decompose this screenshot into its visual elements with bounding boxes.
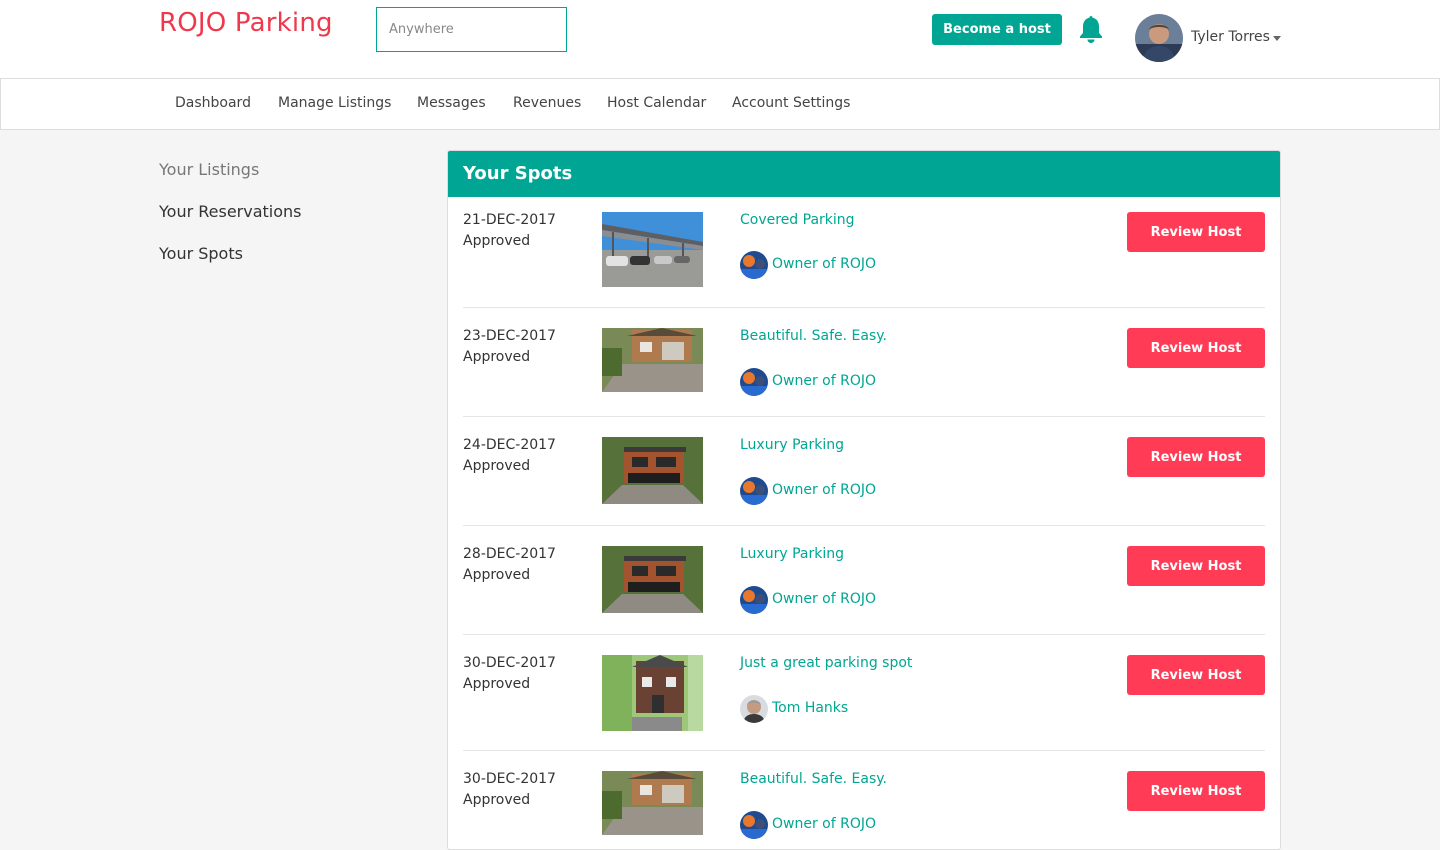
nav-item-dashboard[interactable]: Dashboard [175, 95, 251, 111]
reservation-date: 24-DEC-2017 [463, 437, 556, 453]
spot-thumbnail[interactable] [602, 771, 703, 835]
become-host-button[interactable]: Become a host [932, 14, 1062, 45]
spot-row: 23-DEC-2017 Approved Beautiful. Safe. Ea… [463, 308, 1265, 417]
nav-item-account-settings[interactable]: Account Settings [732, 95, 850, 111]
host-avatar [740, 368, 768, 396]
host-name: Owner of ROJO [772, 816, 877, 832]
review-host-button[interactable]: Review Host [1127, 546, 1265, 586]
host-avatar [740, 695, 768, 723]
reservation-date: 28-DEC-2017 [463, 546, 556, 562]
reservation-status: Approved [463, 676, 531, 692]
reservation-date: 30-DEC-2017 [463, 655, 556, 671]
spot-row: 21-DEC-2017 Approved Covered Parking Own… [463, 197, 1265, 308]
your-spots-panel: Your Spots 21-DEC-2017 Approved Covered … [447, 150, 1281, 850]
spot-row: 28-DEC-2017 Approved Luxury Parking Owne… [463, 526, 1265, 635]
host-avatar [740, 251, 768, 279]
sidebar-item-your-listings[interactable]: Your Listings [159, 160, 259, 179]
spot-title[interactable]: Beautiful. Safe. Easy. [740, 328, 887, 344]
host-avatar [740, 586, 768, 614]
spot-thumbnail[interactable] [602, 655, 703, 731]
reservation-status: Approved [463, 233, 531, 249]
reservation-date: 30-DEC-2017 [463, 771, 556, 787]
spot-thumbnail[interactable] [602, 328, 703, 392]
reservation-date: 21-DEC-2017 [463, 212, 556, 228]
reservation-status: Approved [463, 349, 531, 365]
reservation-status: Approved [463, 792, 531, 808]
review-host-button[interactable]: Review Host [1127, 771, 1265, 811]
host-avatar [740, 477, 768, 505]
sidebar-item-your-spots[interactable]: Your Spots [159, 244, 243, 263]
nav-item-host-calendar[interactable]: Host Calendar [607, 95, 706, 111]
spot-title[interactable]: Covered Parking [740, 212, 855, 228]
chevron-down-icon[interactable] [1273, 36, 1281, 41]
spot-title[interactable]: Luxury Parking [740, 437, 844, 453]
spot-row: 30-DEC-2017 Approved Just a great parkin… [463, 635, 1265, 751]
spot-thumbnail[interactable] [602, 546, 703, 613]
nav-item-messages[interactable]: Messages [417, 95, 486, 111]
host-avatar [740, 811, 768, 839]
reservation-status: Approved [463, 567, 531, 583]
review-host-button[interactable]: Review Host [1127, 212, 1265, 252]
sidebar-item-your-reservations[interactable]: Your Reservations [159, 202, 302, 221]
host-name: Owner of ROJO [772, 373, 877, 389]
host-nav: Dashboard Manage Listings Messages Reven… [0, 78, 1440, 130]
logo[interactable]: ROJO Parking [159, 8, 333, 38]
spot-thumbnail[interactable] [602, 212, 703, 287]
reservation-status: Approved [463, 458, 531, 474]
review-host-button[interactable]: Review Host [1127, 328, 1265, 368]
review-host-button[interactable]: Review Host [1127, 655, 1265, 695]
panel-title: Your Spots [448, 151, 1280, 197]
user-name[interactable]: Tyler Torres [1191, 29, 1270, 45]
bell-icon[interactable] [1077, 14, 1105, 44]
spot-title[interactable]: Luxury Parking [740, 546, 844, 562]
user-avatar[interactable] [1135, 14, 1183, 62]
host-name: Owner of ROJO [772, 256, 877, 272]
host-name: Owner of ROJO [772, 482, 877, 498]
reservation-date: 23-DEC-2017 [463, 328, 556, 344]
nav-item-revenues[interactable]: Revenues [513, 95, 581, 111]
review-host-button[interactable]: Review Host [1127, 437, 1265, 477]
host-name: Owner of ROJO [772, 591, 877, 607]
host-name: Tom Hanks [772, 700, 849, 716]
spot-row: 24-DEC-2017 Approved Luxury Parking Owne… [463, 417, 1265, 526]
top-header: ROJO Parking Become a host Tyler Torres [0, 0, 1440, 78]
spot-title[interactable]: Just a great parking spot [740, 655, 912, 671]
spot-thumbnail[interactable] [602, 437, 703, 504]
search-input[interactable] [376, 7, 567, 52]
nav-item-manage-listings[interactable]: Manage Listings [278, 95, 391, 111]
spot-row: 30-DEC-2017 Approved Beautiful. Safe. Ea… [463, 751, 1265, 849]
spot-title[interactable]: Beautiful. Safe. Easy. [740, 771, 887, 787]
